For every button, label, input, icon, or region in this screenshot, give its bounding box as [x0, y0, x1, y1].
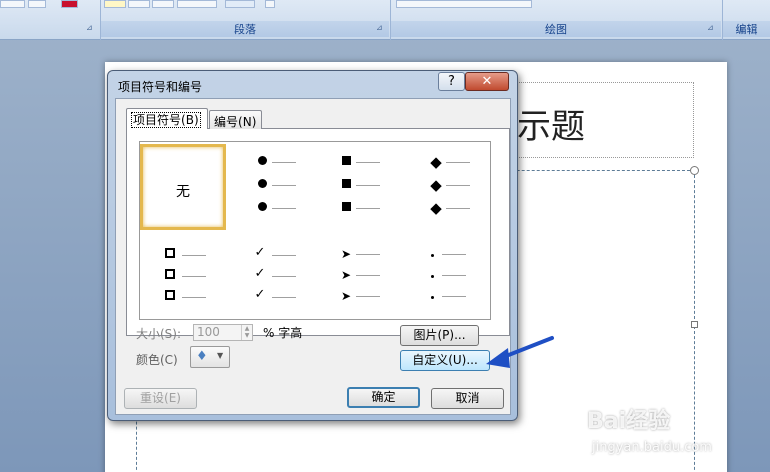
- picture-button[interactable]: 图片(P)...: [400, 325, 479, 346]
- watermark-url: jingyan.baidu.com: [592, 440, 712, 455]
- dialog-launcher-icon[interactable]: ⊿: [376, 23, 385, 32]
- arrowhead-bullet-icon: ➤: [340, 289, 352, 303]
- ribbon-button[interactable]: [104, 0, 126, 8]
- hollow-square-bullet-icon: [165, 248, 175, 258]
- dialog-title: 项目符号和编号: [118, 80, 203, 94]
- font-color-button[interactable]: [61, 0, 78, 8]
- arrowhead-bullet-icon: ➤: [340, 247, 352, 261]
- dialog-launcher-icon[interactable]: ⊿: [707, 23, 716, 32]
- tab-numbering-label: 编号: [214, 115, 239, 129]
- ribbon-button[interactable]: [128, 0, 150, 8]
- diamond-bullet-icon: ◆: [430, 199, 442, 217]
- slide-title-text: 示题: [517, 107, 585, 147]
- ribbon-button[interactable]: [28, 0, 46, 8]
- hollow-square-bullet-icon: [165, 290, 175, 300]
- bullet-option-hollow-square[interactable]: [140, 232, 226, 318]
- shapes-gallery[interactable]: [396, 0, 532, 8]
- bullet-option-filled-circle[interactable]: [228, 144, 314, 230]
- size-label: 大小(S):: [136, 327, 182, 341]
- annotation-arrow-icon: [486, 336, 554, 368]
- ribbon: 段落 ⊿ ⊿ 绘图 ⊿ 编辑: [0, 0, 770, 40]
- ribbon-group-editing-label: 编辑: [723, 21, 770, 37]
- circle-bullet-icon: [257, 202, 267, 211]
- bullet-option-arrowhead[interactable]: ➤ ➤ ➤: [316, 232, 402, 318]
- baidu-watermark-logo: Bai经验: [587, 409, 671, 434]
- ribbon-button[interactable]: [0, 0, 25, 8]
- checkmark-bullet-icon: ✓: [254, 266, 266, 281]
- tab-numbering[interactable]: 编号(N): [209, 110, 262, 129]
- small-dot-bullet-icon: [430, 275, 434, 278]
- resize-handle[interactable]: [690, 166, 699, 175]
- customize-button[interactable]: 自定义(U)...: [400, 350, 490, 371]
- bullet-option-filled-diamond[interactable]: ◆ ◆ ◆: [404, 144, 490, 230]
- square-bullet-icon: [341, 156, 351, 165]
- help-button[interactable]: ?: [438, 72, 465, 91]
- square-bullet-icon: [341, 202, 351, 211]
- hollow-square-bullet-icon: [165, 269, 175, 279]
- close-button[interactable]: ✕: [465, 72, 509, 91]
- reset-button[interactable]: 重设(E): [124, 388, 197, 409]
- bullet-option-filled-square[interactable]: [316, 144, 402, 230]
- arrowhead-bullet-icon: ➤: [340, 268, 352, 282]
- circle-bullet-icon: [257, 156, 267, 165]
- ribbon-button[interactable]: [152, 0, 174, 8]
- small-dot-bullet-icon: [430, 296, 434, 299]
- diamond-bullet-icon: ◆: [430, 176, 442, 194]
- none-label: 无: [176, 184, 190, 200]
- dialog-launcher-icon[interactable]: ⊿: [86, 23, 95, 32]
- chevron-down-icon: ▼: [217, 351, 224, 360]
- ribbon-button[interactable]: [225, 0, 255, 8]
- size-spinner[interactable]: 100 ▲ ▼: [193, 324, 253, 341]
- checkmark-bullet-icon: ✓: [254, 287, 266, 302]
- tab-bullets[interactable]: 项目符号(B): [126, 108, 208, 129]
- diamond-bullet-icon: ◆: [430, 153, 442, 171]
- ribbon-group-drawing-label: 绘图: [391, 21, 721, 37]
- tab-numbering-accel: (N): [238, 115, 257, 129]
- size-value: 100: [197, 325, 220, 339]
- tab-bullets-label: 项目符号: [133, 113, 182, 127]
- color-label: 颜色(C): [136, 353, 178, 367]
- bullet-option-none[interactable]: 无: [140, 144, 226, 230]
- spinner-arrows-icon[interactable]: ▲ ▼: [241, 325, 252, 340]
- ribbon-checkbox[interactable]: [265, 0, 275, 8]
- color-picker-button[interactable]: ♦ ▼: [190, 346, 230, 368]
- bullet-option-checkmark[interactable]: ✓ ✓ ✓: [228, 232, 314, 318]
- checkmark-bullet-icon: ✓: [254, 245, 266, 260]
- tab-bullets-accel: (B): [181, 113, 199, 127]
- circle-bullet-icon: [257, 179, 267, 188]
- ok-button[interactable]: 确定: [347, 387, 420, 408]
- bullet-option-small-dot[interactable]: [404, 232, 490, 318]
- cancel-button[interactable]: 取消: [431, 388, 504, 409]
- square-bullet-icon: [341, 179, 351, 188]
- size-unit-label: % 字高: [263, 326, 303, 340]
- ribbon-group-paragraph-label: 段落: [101, 21, 389, 37]
- ribbon-button[interactable]: [177, 0, 217, 8]
- resize-handle[interactable]: [691, 321, 698, 328]
- paint-bucket-icon: ♦: [196, 349, 208, 364]
- bullet-style-grid: 无 ◆ ◆ ◆ ✓ ✓ ✓ ➤ ➤ ➤: [139, 141, 491, 320]
- small-dot-bullet-icon: [430, 254, 434, 257]
